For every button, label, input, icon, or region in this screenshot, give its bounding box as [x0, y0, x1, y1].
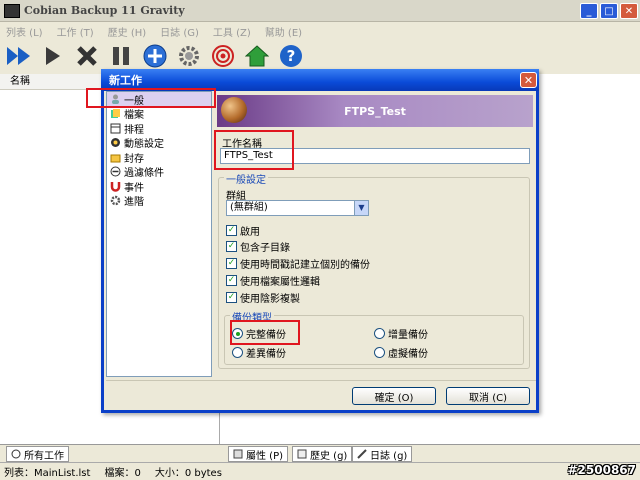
radio-icon: [232, 347, 243, 358]
tab-history[interactable]: 歷史 (g): [292, 446, 353, 462]
dynamic-icon: [111, 138, 120, 148]
checkbox-enabled[interactable]: ✓ 啟用: [226, 223, 260, 238]
close-button[interactable]: ✕: [620, 3, 638, 19]
tab-properties[interactable]: 屬性 (P): [228, 446, 289, 462]
nav-dynamic[interactable]: 動態設定: [107, 136, 211, 150]
svg-text:?: ?: [287, 47, 296, 65]
person-icon: [112, 94, 119, 104]
tab-all-tasks[interactable]: 所有工作: [6, 446, 69, 462]
nav-filter[interactable]: 過濾條件: [107, 165, 211, 179]
run-button[interactable]: [40, 43, 66, 69]
dialog-title-bar: 新工作 ✕: [101, 69, 539, 91]
help-button[interactable]: ?: [278, 43, 304, 69]
orb-icon: [221, 97, 247, 123]
question-icon: ?: [280, 45, 302, 67]
new-task-dialog: 新工作 ✕ 一般 檔案 排程 動態設定 封存 過濾條件 事件 進階 FTPS_T…: [101, 69, 539, 413]
ok-button[interactable]: 確定 (O): [352, 387, 436, 405]
watermark: #2500867: [567, 463, 636, 477]
cancel-button[interactable]: 取消 (C): [446, 387, 530, 405]
filter-icon: [110, 166, 121, 177]
pause-button[interactable]: [108, 43, 134, 69]
plus-circle-icon: [143, 44, 167, 68]
status-bar: 列表：MainList.lst 檔案：0 大小：0 bytes: [0, 462, 640, 480]
general-settings-panel: FTPS_Test 工作名稱 FTPS_Test 一般設定 群組 (無群組) ▼…: [214, 91, 534, 377]
home-icon: [245, 45, 269, 67]
fast-forward-icon: [7, 47, 30, 65]
minimize-button[interactable]: _: [580, 3, 598, 19]
nav-events[interactable]: 事件: [107, 179, 211, 194]
menu-task[interactable]: 工作 (T): [57, 24, 94, 39]
radio-icon: [374, 328, 385, 339]
cancel-task-button[interactable]: [74, 43, 100, 69]
check-icon: ✓: [226, 258, 237, 269]
log-icon: [357, 449, 367, 459]
nav-schedule[interactable]: 排程: [107, 121, 211, 136]
status-list: 列表：MainList.lst: [4, 468, 91, 479]
add-task-button[interactable]: [142, 43, 168, 69]
nav-advanced[interactable]: 進階: [107, 194, 211, 208]
pause-icon: [113, 47, 129, 65]
group-select[interactable]: (無群組) ▼: [226, 200, 369, 216]
check-icon: ✓: [226, 225, 237, 236]
nav-general[interactable]: 一般: [107, 92, 211, 107]
menu-tools[interactable]: 工具 (Z): [213, 24, 251, 39]
task-banner: FTPS_Test: [217, 95, 533, 127]
nav-files[interactable]: 檔案: [107, 107, 211, 121]
files-icon: [111, 109, 120, 119]
check-icon: ✓: [226, 275, 237, 286]
status-size: 大小：0 bytes: [154, 468, 222, 479]
radio-full-backup[interactable]: 完整備份: [232, 326, 286, 341]
radio-differential-backup[interactable]: 差異備份: [232, 345, 286, 360]
menu-bar: 列表 (L) 工作 (T) 歷史 (H) 日誌 (G) 工具 (Z) 幫助 (E…: [0, 22, 640, 40]
task-name-input[interactable]: FTPS_Test: [220, 148, 530, 164]
dialog-nav: 一般 檔案 排程 動態設定 封存 過濾條件 事件 進階: [106, 91, 212, 377]
calendar-icon: [110, 123, 121, 134]
dialog-separator: [106, 380, 536, 381]
status-files: 檔案：0: [104, 468, 141, 479]
dialog-close-button[interactable]: ✕: [520, 72, 537, 88]
gear-icon: [110, 196, 121, 206]
bottom-tab-bar: 所有工作 屬性 (P) 歷史 (g) 日誌 (g): [0, 444, 640, 462]
maximize-button[interactable]: □: [600, 3, 618, 19]
main-title-bar: Cobian Backup 11 Gravity _ □ ✕: [0, 0, 640, 22]
history-icon: [297, 449, 307, 459]
magnet-icon: [110, 181, 121, 192]
check-icon: ✓: [226, 241, 237, 252]
checkbox-shadow-copy[interactable]: ✓ 使用陰影複製: [226, 290, 300, 305]
app-icon: [4, 3, 20, 18]
radio-icon: [374, 347, 385, 358]
broadcast-button[interactable]: [210, 43, 236, 69]
nav-archive[interactable]: 封存: [107, 150, 211, 165]
run-all-button[interactable]: [6, 43, 32, 69]
general-settings-title: 一般設定: [224, 171, 268, 186]
menu-list[interactable]: 列表 (L): [6, 24, 43, 39]
x-icon: [77, 46, 97, 66]
dialog-title: 新工作: [109, 74, 142, 87]
radio-incremental-backup[interactable]: 增量備份: [374, 326, 428, 341]
antenna-icon: [212, 45, 234, 67]
folder-icon: [110, 154, 121, 163]
menu-help[interactable]: 幫助 (E): [265, 24, 302, 39]
checkbox-include-subdirs[interactable]: ✓ 包含子目錄: [226, 239, 290, 254]
home-button[interactable]: [244, 43, 270, 69]
globe-icon: [11, 449, 21, 459]
backup-type-title: 備份類型: [230, 309, 274, 324]
radio-dummy-backup[interactable]: 虛擬備份: [374, 345, 428, 360]
menu-log[interactable]: 日誌 (G): [160, 24, 199, 39]
checkbox-attributes[interactable]: ✓ 使用檔案屬性邏輯: [226, 273, 320, 288]
check-icon: ✓: [226, 292, 237, 303]
radio-icon: [232, 328, 243, 339]
toolbar: ?: [0, 40, 640, 72]
tab-log[interactable]: 日誌 (g): [352, 446, 413, 462]
chevron-down-icon[interactable]: ▼: [354, 201, 368, 215]
checkbox-timestamp[interactable]: ✓ 使用時間戳記建立個別的備份: [226, 256, 370, 271]
properties-icon: [233, 449, 243, 459]
settings-button[interactable]: [176, 43, 202, 69]
menu-history[interactable]: 歷史 (H): [108, 24, 147, 39]
play-icon: [46, 47, 60, 65]
gear-icon: [179, 46, 199, 66]
main-window-title: Cobian Backup 11 Gravity: [24, 4, 185, 17]
